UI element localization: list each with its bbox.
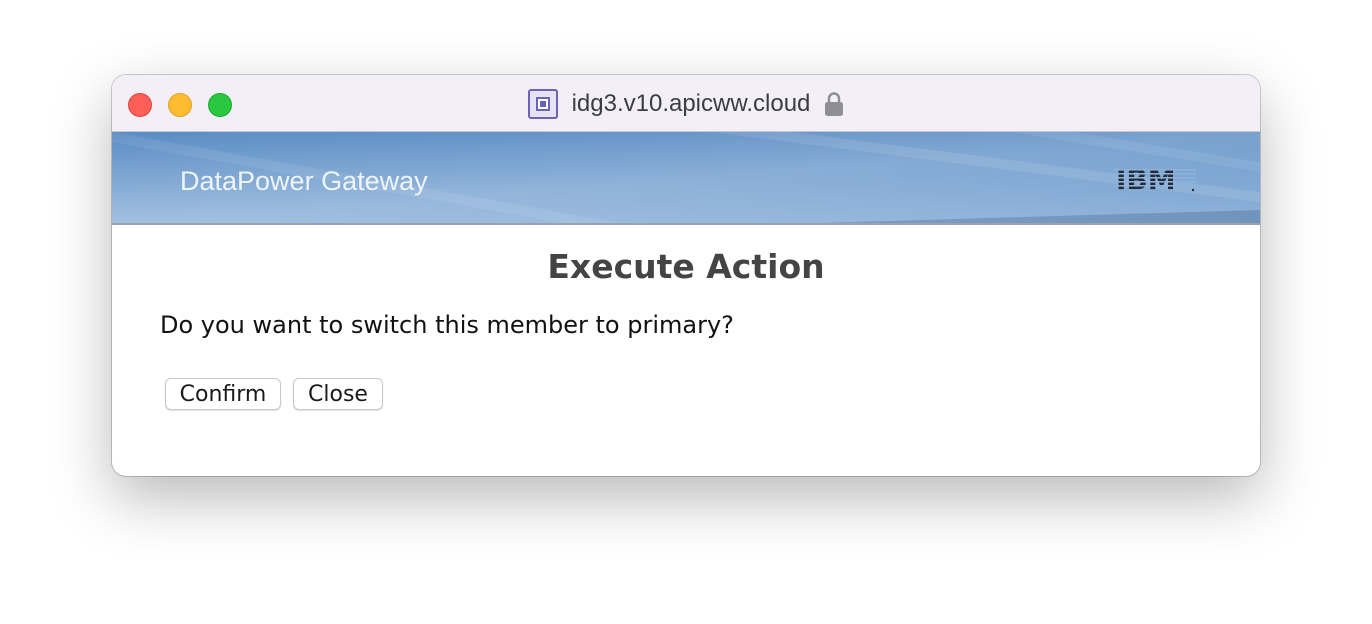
- title-bar: idg3.v10.apicww.cloud: [112, 75, 1260, 132]
- browser-window: idg3.v10.apicww.cloud DataPower Gateway: [112, 75, 1260, 476]
- svg-text:IBM: IBM: [1116, 164, 1176, 194]
- ibm-logo: IBM: [1114, 164, 1196, 194]
- product-name: DataPower Gateway: [180, 166, 428, 196]
- window-title: idg3.v10.apicww.cloud: [571, 89, 811, 117]
- page-icon: [527, 88, 558, 119]
- lock-icon: [825, 91, 844, 116]
- dialog-title: Execute Action: [547, 247, 825, 286]
- window-title-group: idg3.v10.apicww.cloud: [112, 75, 1260, 132]
- dialog-message: Do you want to switch this member to pri…: [160, 311, 734, 339]
- product-banner: DataPower Gateway IBM: [112, 132, 1260, 225]
- close-button[interactable]: Close: [293, 378, 383, 410]
- confirm-button[interactable]: Confirm: [165, 378, 281, 410]
- dialog-content: Execute Action Do you want to switch thi…: [112, 225, 1260, 476]
